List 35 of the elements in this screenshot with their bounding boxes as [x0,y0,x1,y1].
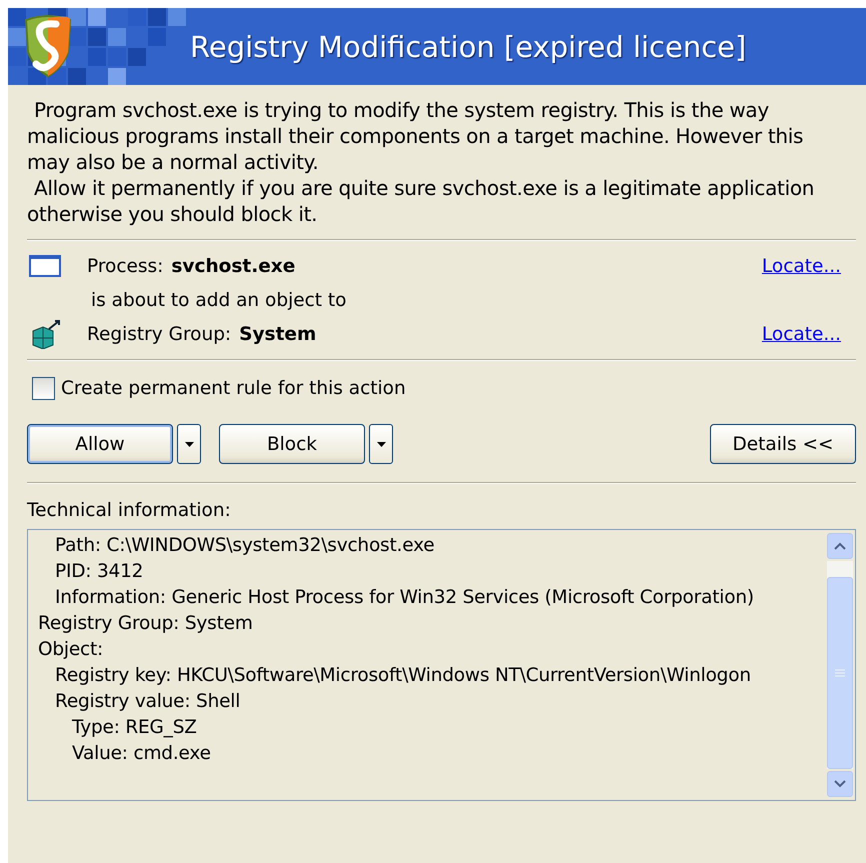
info-line: Registry key: HKCU\Software\Microsoft\Windows NT\CurrentVersion\Winlogon [54,664,752,688]
info-line: Object: [38,638,104,662]
scroll-thumb[interactable] [827,577,853,769]
registry-group-label: Registry Group: [87,324,232,344]
info-line: Path: C:\WINDOWS\system32\svchost.exe [54,534,436,558]
info-line: Registry value: Shell [54,690,242,714]
info-line: Information: Generic Host Process for Win32 Services (Microsoft Corporation) [54,586,755,610]
action-text: is about to add an object to [91,290,346,310]
details-button[interactable]: Details << [710,424,856,464]
action-button[interactable]: Allow [27,424,173,464]
caret-icon [376,442,386,446]
action-button[interactable]: Block [219,424,365,464]
scroll-down-button[interactable] [827,771,853,797]
info-line: Value: cmd.exe [71,742,212,766]
process-name: svchost.exe [171,256,296,276]
shield-logo-icon [22,14,74,78]
section-label: Technical information: [27,500,232,521]
chevron-up-icon [834,542,846,550]
window-title: Registry Modification [expired licence] [190,30,746,64]
checkbox-label: Create permanent rule for this action [61,378,406,399]
locate-link[interactable]: Locate... [762,324,841,344]
scroll-up-button[interactable] [827,533,853,559]
dropdown-button[interactable] [177,424,201,464]
info-line: Registry Group: System [38,612,254,636]
checkbox[interactable] [32,377,55,400]
description-text: Allow it permanently if you are quite sure svchost.exe is a legitimate application otherwise you should block it. [27,175,816,227]
caret-icon [184,442,194,446]
info-line: Type: REG_SZ [71,716,198,740]
chevron-down-icon [834,780,846,788]
info-line: PID: 3412 [54,560,144,584]
description-text: Program svchost.exe is trying to modify the system registry. This is the way malicious programs install their components on a target machine. However this may also be a normal activity. [27,97,804,175]
dropdown-button[interactable] [369,424,393,464]
process-label: Process: [87,256,164,276]
registry-group-name: System [239,324,316,344]
locate-link[interactable]: Locate... [762,256,841,276]
